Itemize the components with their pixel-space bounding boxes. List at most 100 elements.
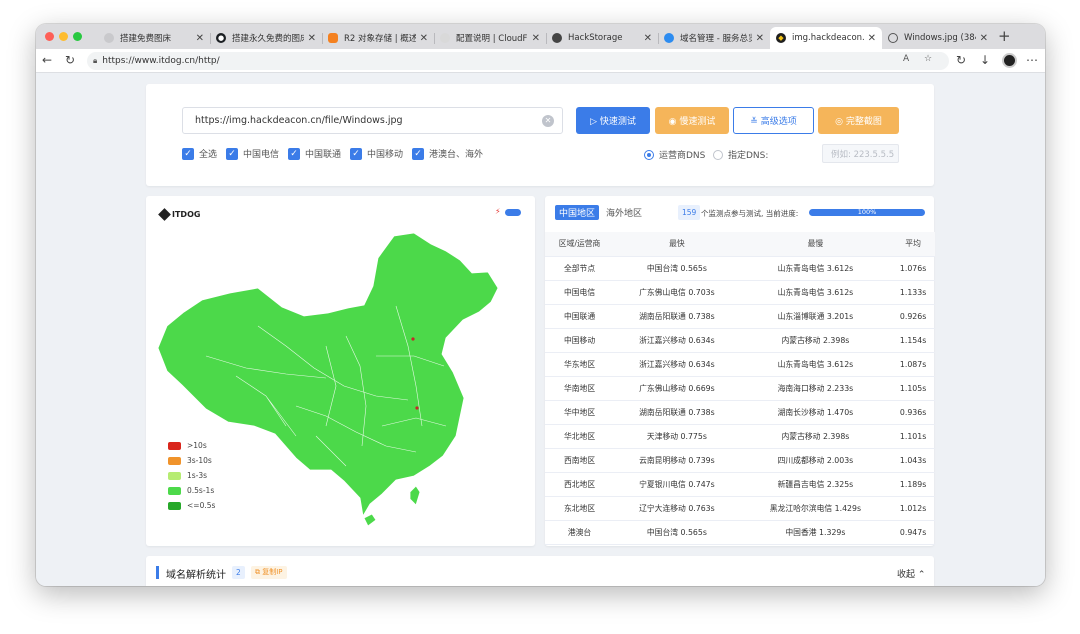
collapse-button[interactable]: 收起 ⌃ xyxy=(897,567,925,580)
legend-item: 1s-3s xyxy=(168,471,207,480)
table-cell: 1.133s xyxy=(891,280,935,305)
table-row: 华北地区 天津移动 0.775s 内蒙古移动 2.398s 1.101s xyxy=(545,424,935,449)
profile-avatar[interactable] xyxy=(1002,53,1017,68)
progress-bar: 100% xyxy=(809,209,925,216)
map-region-mainland xyxy=(157,232,499,518)
table-cell: 四川成都移动 2.003s xyxy=(739,448,892,473)
fast-test-button[interactable]: ▷ 快速测试 xyxy=(576,107,650,134)
custom-dns-input[interactable]: 例如: 223.5.5.5 xyxy=(822,144,899,163)
copy-ip-button[interactable]: ⧉ 复制IP xyxy=(251,566,287,579)
dns-count-badge: 2 xyxy=(232,566,245,579)
column-header: 区域/运营商 xyxy=(545,232,615,257)
table-body: 全部节点 中国台湾 0.565s 山东青岛电信 3.612s 1.076s 中国电信 广东… xyxy=(545,256,935,545)
table-cell: 黑龙江哈尔滨电信 1.429s xyxy=(739,496,892,521)
table-cell: 中国台湾 0.565s xyxy=(614,520,740,545)
checkbox-unicom[interactable]: ✓ 中国联通 xyxy=(288,147,341,160)
browser-tab[interactable]: 搭建免费图床 ✕ xyxy=(98,27,210,49)
monitor-dot-east xyxy=(415,406,419,410)
node-count-badge: 159 xyxy=(678,205,701,220)
close-tab-icon[interactable]: ✕ xyxy=(308,33,316,44)
results-table: 区域/运营商 最快 最慢 平均 全部节点 中国台湾 0.565s 山东青岛电信 3.… xyxy=(545,232,935,545)
table-cell: 中国香港 1.329s xyxy=(739,520,892,545)
clear-input-icon[interactable]: ✕ xyxy=(542,115,554,127)
map-region-taiwan xyxy=(409,485,421,506)
table-cell: 1.189s xyxy=(891,472,935,497)
browser-tab-active[interactable]: ◆ img.hackdeacon.cn ✕ xyxy=(770,27,882,49)
table-cell: 广东佛山电信 0.703s xyxy=(614,280,740,305)
browser-tab[interactable]: 域名管理 - 服务总览 ✕ xyxy=(658,27,770,49)
map-region-hainan xyxy=(363,513,377,527)
extensions-icon[interactable]: ↻ xyxy=(956,53,966,67)
site-icon: ◆ xyxy=(776,33,786,43)
page-content: https://img.hackdeacon.cn/file/Windows.j… xyxy=(36,73,1045,586)
download-icon[interactable]: ↓ xyxy=(980,53,990,67)
hackstorage-icon xyxy=(552,33,562,43)
checkbox-overseas[interactable]: ✓ 港澳台、海外 xyxy=(412,147,483,160)
address-bar[interactable]: 🔒︎ https://www.itdog.cn/http/ A ☆ xyxy=(87,52,949,70)
maximize-window-button[interactable] xyxy=(73,32,82,41)
radio-custom-dns[interactable]: 指定DNS: xyxy=(713,148,768,161)
table-cell: 辽宁大连移动 0.763s xyxy=(614,496,740,521)
minimize-window-button[interactable] xyxy=(59,32,68,41)
section-title: 域名解析统计 xyxy=(166,570,226,581)
table-cell: 海南海口移动 2.233s xyxy=(739,376,892,401)
chevron-up-icon: ⌃ xyxy=(917,570,926,580)
table-row: 华中地区 湖南岳阳联通 0.738s 湖南长沙移动 1.470s 0.936s xyxy=(545,400,935,425)
url-input[interactable]: https://img.hackdeacon.cn/file/Windows.j… xyxy=(182,107,563,134)
table-cell: 浙江嘉兴移动 0.634s xyxy=(614,328,740,353)
tab-china-region[interactable]: 中国地区 xyxy=(555,205,600,220)
full-screenshot-button[interactable]: ◎ 完整截图 xyxy=(818,107,899,134)
favorite-star-icon[interactable]: ☆ xyxy=(924,54,932,64)
close-tab-icon[interactable]: ✕ xyxy=(196,33,204,44)
legend-item: <=0.5s xyxy=(168,501,215,510)
table-cell: 广东佛山移动 0.669s xyxy=(614,376,740,401)
table-row: 中国联通 湖南岳阳联通 0.738s 山东淄博联通 3.201s 0.926s xyxy=(545,304,935,329)
table-row: 东北地区 辽宁大连移动 0.763s 黑龙江哈尔滨电信 1.429s 1.012s xyxy=(545,496,935,521)
browser-tab[interactable]: 配置说明 | CloudFlar ✕ xyxy=(434,27,546,49)
table-cell: 1.101s xyxy=(891,424,935,449)
column-header: 平均 xyxy=(891,232,935,257)
table-cell: 华南地区 xyxy=(545,376,615,401)
browser-tab[interactable]: HackStorage ✕ xyxy=(546,27,658,49)
table-cell: 1.043s xyxy=(891,448,935,473)
close-tab-icon[interactable]: ✕ xyxy=(980,33,988,44)
results-card: 中国地区 海外地区 159 个监测点参与测试, 当前进度: 100% 区域/运营… xyxy=(545,196,935,546)
checkbox-select-all[interactable]: ✓ 全选 xyxy=(182,147,217,160)
slow-test-button[interactable]: ◉ 慢速测试 xyxy=(655,107,729,134)
tab-bar: 搭建免费图床 ✕ ● 搭建永久免费的图床 ✕ R2 对象存储 | 概述 | ✕ … xyxy=(36,24,1045,49)
close-tab-icon[interactable]: ✕ xyxy=(420,33,428,44)
section-accent-bar xyxy=(156,566,159,579)
close-window-button[interactable] xyxy=(45,32,54,41)
table-row: 西南地区 云南昆明移动 0.739s 四川成都移动 2.003s 1.043s xyxy=(545,448,935,473)
table-cell: 1.154s xyxy=(891,328,935,353)
lock-icon: 🔒︎ xyxy=(93,56,98,65)
legend-item: 3s-10s xyxy=(168,456,212,465)
table-cell: 天津移动 0.775s xyxy=(614,424,740,449)
reload-icon[interactable]: ↻ xyxy=(65,53,75,67)
browser-tab[interactable]: ● 搭建永久免费的图床 ✕ xyxy=(210,27,322,49)
back-arrow-icon[interactable]: ← xyxy=(42,53,52,67)
radio-isp-dns[interactable]: 运营商DNS xyxy=(644,148,705,161)
close-tab-icon[interactable]: ✕ xyxy=(868,33,876,44)
browser-tab[interactable]: R2 对象存储 | 概述 | ✕ xyxy=(322,27,434,49)
table-cell: 华东地区 xyxy=(545,352,615,377)
browser-tab[interactable]: Windows.jpg (3840 ✕ xyxy=(882,27,994,49)
read-aloud-icon[interactable]: A xyxy=(903,54,909,64)
table-cell: 0.936s xyxy=(891,400,935,425)
close-tab-icon[interactable]: ✕ xyxy=(532,33,540,44)
docs-icon xyxy=(440,33,450,43)
table-row: 港澳台 中国台湾 0.565s 中国香港 1.329s 0.947s xyxy=(545,520,935,545)
table-cell: 湖南长沙移动 1.470s xyxy=(739,400,892,425)
new-tab-button[interactable]: + xyxy=(998,27,1011,45)
checkmark-icon: ✓ xyxy=(182,147,194,160)
advanced-options-button[interactable]: ≚ 高级选项 xyxy=(733,107,814,134)
close-tab-icon[interactable]: ✕ xyxy=(644,33,652,44)
address-text: https://www.itdog.cn/http/ xyxy=(102,56,220,66)
close-tab-icon[interactable]: ✕ xyxy=(756,33,764,44)
table-cell: 西北地区 xyxy=(545,472,615,497)
table-cell: 宁夏银川电信 0.747s xyxy=(614,472,740,497)
checkbox-mobile[interactable]: ✓ 中国移动 xyxy=(350,147,403,160)
tab-overseas-region[interactable]: 海外地区 xyxy=(602,205,646,220)
checkbox-telecom[interactable]: ✓ 中国电信 xyxy=(226,147,279,160)
more-menu-icon[interactable]: ⋯ xyxy=(1026,53,1038,67)
